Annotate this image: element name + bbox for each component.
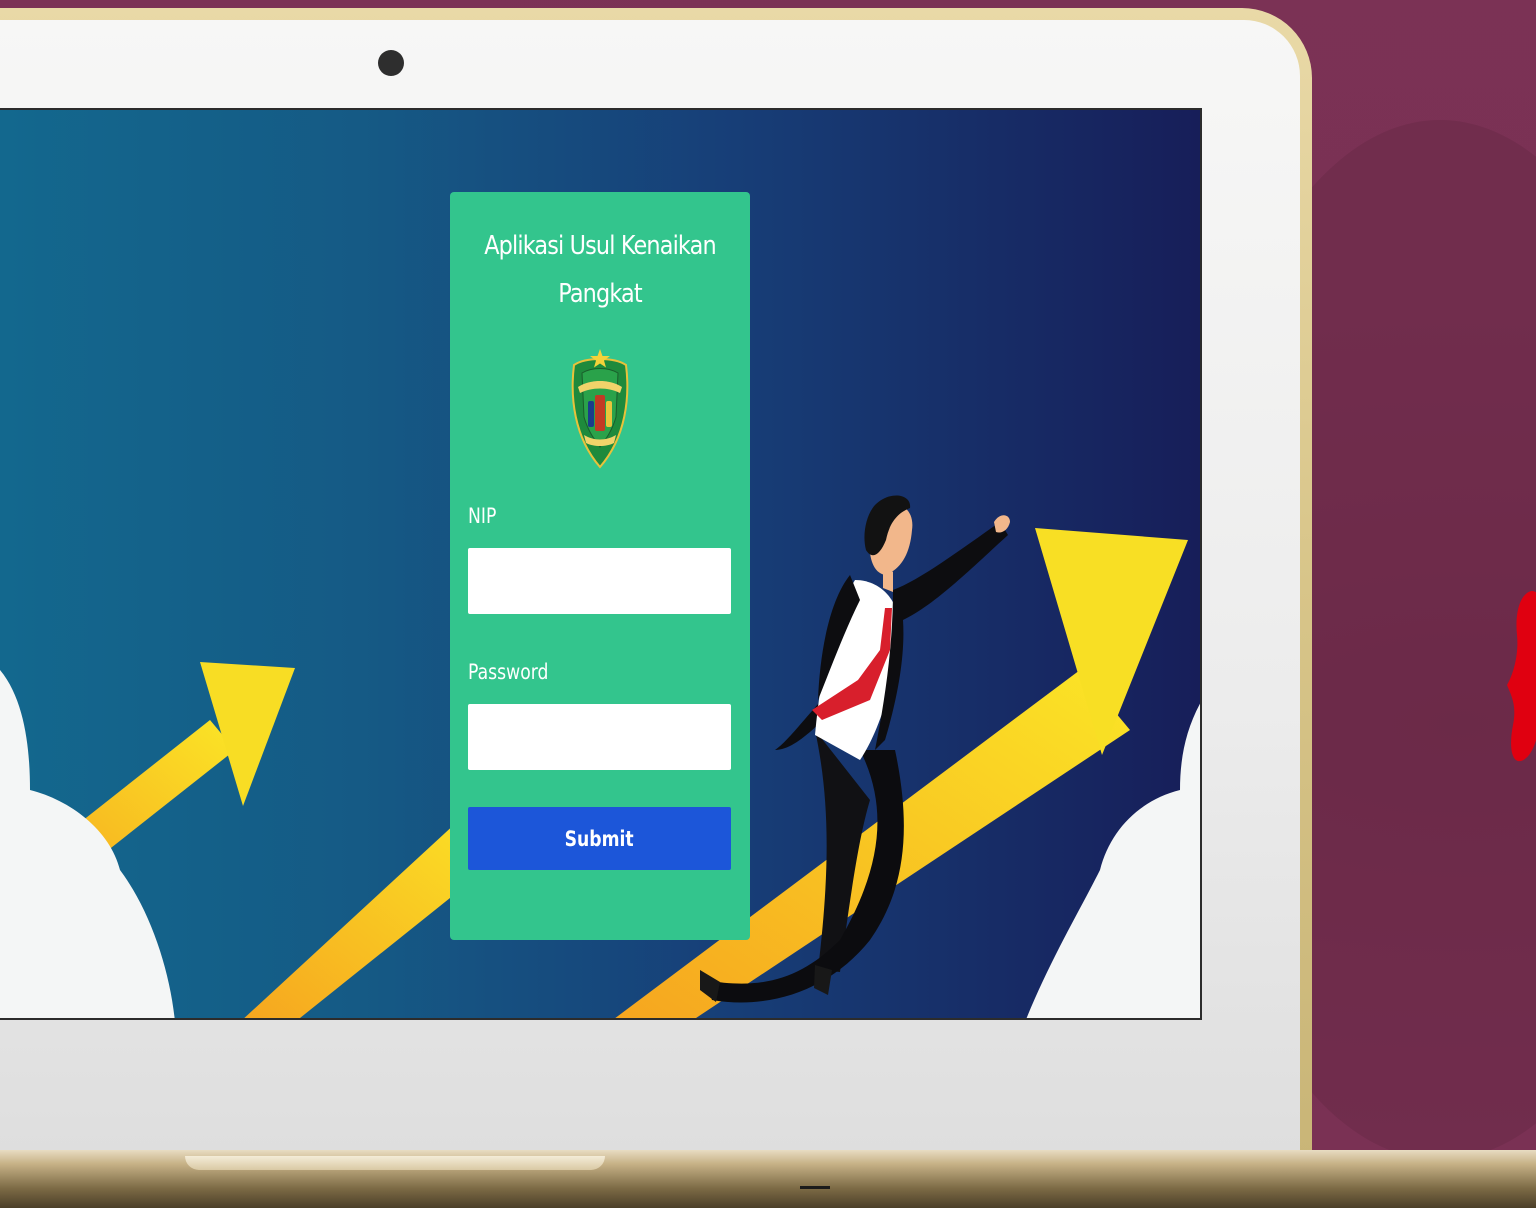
left-cloud-graphic xyxy=(0,670,175,1018)
submit-button[interactable]: Submit xyxy=(468,807,731,870)
app-title-line-1: Aplikasi Usul Kenaikan xyxy=(484,231,716,261)
login-card: Aplikasi Usul Kenaikan Pangkat NIP Passw… xyxy=(450,192,750,940)
nip-input[interactable] xyxy=(468,548,731,614)
password-label: Password xyxy=(468,660,549,684)
webcam-icon xyxy=(378,50,404,76)
laptop-hinge-notch xyxy=(185,1156,605,1170)
laptop-base-indicator xyxy=(800,1186,830,1189)
nip-label: NIP xyxy=(468,504,497,528)
red-brush-mark xyxy=(1507,591,1536,762)
presentation-background: Aplikasi Usul Kenaikan Pangkat NIP Passw… xyxy=(0,0,1536,1208)
password-input[interactable] xyxy=(468,704,731,770)
app-title-line-2: Pangkat xyxy=(558,279,642,309)
submit-button-label: Submit xyxy=(564,826,635,851)
laptop-screen: Aplikasi Usul Kenaikan Pangkat NIP Passw… xyxy=(0,108,1202,1020)
government-emblem-icon xyxy=(571,349,629,469)
app-title: Aplikasi Usul Kenaikan Pangkat xyxy=(471,222,729,318)
